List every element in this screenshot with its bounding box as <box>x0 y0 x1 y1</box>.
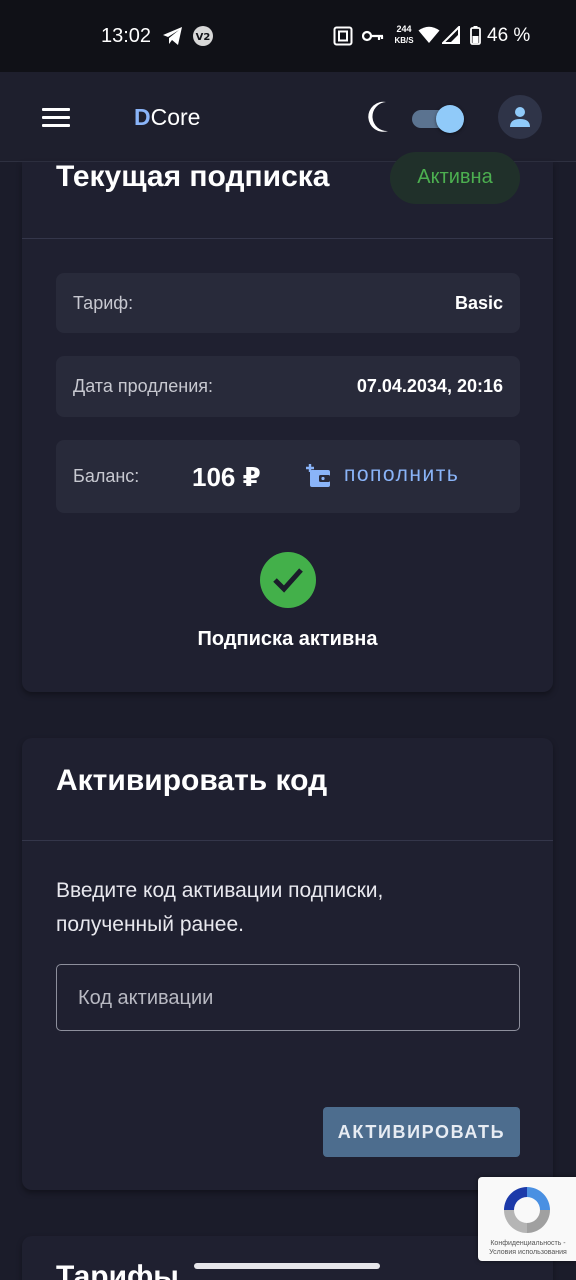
signal-icon <box>442 26 460 44</box>
battery-icon <box>470 26 481 45</box>
topup-label: пополнить <box>344 463 460 486</box>
recaptcha-text[interactable]: Конфиденциальность - Условия использован… <box>480 1239 576 1257</box>
subscription-status-text: Подписка активна <box>197 628 378 650</box>
dark-mode-switch[interactable] <box>410 105 466 133</box>
app-bar: DCore <box>0 72 576 162</box>
tariff-label: Тариф: <box>73 293 134 313</box>
renewal-label: Дата продления: <box>73 376 213 396</box>
home-indicator[interactable] <box>194 1263 380 1269</box>
activate-description: Введите код активации подписки, полученн… <box>56 879 384 936</box>
subscription-card: Текущая подписка Активна Тариф: Basic Да… <box>22 152 553 692</box>
brand-logo[interactable]: DCore <box>134 104 200 131</box>
vpn-key-icon <box>362 30 384 42</box>
activation-code-input[interactable] <box>78 983 498 1013</box>
activation-code-field[interactable] <box>56 964 520 1031</box>
card-divider <box>22 238 553 239</box>
activate-title: Активировать код <box>56 764 328 797</box>
nfc-icon <box>333 26 353 46</box>
moon-icon <box>368 101 388 132</box>
telegram-icon <box>163 27 182 45</box>
renewal-row: Дата продления: 07.04.2034, 20:16 <box>56 356 520 417</box>
brand-letter: D <box>134 104 151 130</box>
activate-button[interactable]: АКТИВИРОВАТЬ <box>323 1107 520 1157</box>
balance-row: Баланс: 106 ₽ пополнить <box>56 440 520 513</box>
svg-text:V2: V2 <box>196 32 211 43</box>
network-speed-value: 244 <box>396 24 412 34</box>
topup-button[interactable]: пополнить <box>306 458 486 494</box>
account-button[interactable] <box>498 95 542 139</box>
v2-icon: V2 <box>193 26 213 46</box>
tariff-value: Basic <box>454 293 503 313</box>
subscription-title: Текущая подписка <box>56 160 330 193</box>
network-speed: 244 KB/S <box>392 24 416 46</box>
status-bar: 13:02 V2 244 KB/S 46 % <box>0 0 576 72</box>
tariff-row: Тариф: Basic <box>56 273 520 333</box>
switch-thumb <box>436 105 464 133</box>
success-check-icon <box>260 552 316 608</box>
status-chip: Активна <box>390 152 520 204</box>
activate-code-card: Активировать код Введите код активации п… <box>22 738 553 1190</box>
tariffs-card: Тарифы <box>22 1236 553 1280</box>
balance-label: Баланс: <box>73 466 140 486</box>
app-root: 13:02 V2 244 KB/S 46 % DCore Текущая под… <box>0 0 576 1280</box>
wifi-icon <box>418 26 440 43</box>
menu-icon[interactable] <box>42 108 70 128</box>
recaptcha-badge[interactable]: Конфиденциальность - Условия использован… <box>478 1177 576 1261</box>
balance-value: 106 ₽ <box>192 462 261 492</box>
brand-name: Core <box>150 104 201 130</box>
recaptcha-icon <box>504 1187 550 1233</box>
renewal-value: 07.04.2034, 20:16 <box>356 376 503 396</box>
battery-percent: 46 % <box>487 25 531 46</box>
status-time: 13:02 <box>101 25 152 47</box>
network-speed-unit: KB/S <box>394 36 414 45</box>
card-divider <box>22 840 553 841</box>
account-icon <box>510 107 530 127</box>
wallet-add-icon <box>306 464 330 487</box>
tariffs-title: Тарифы <box>56 1260 179 1280</box>
